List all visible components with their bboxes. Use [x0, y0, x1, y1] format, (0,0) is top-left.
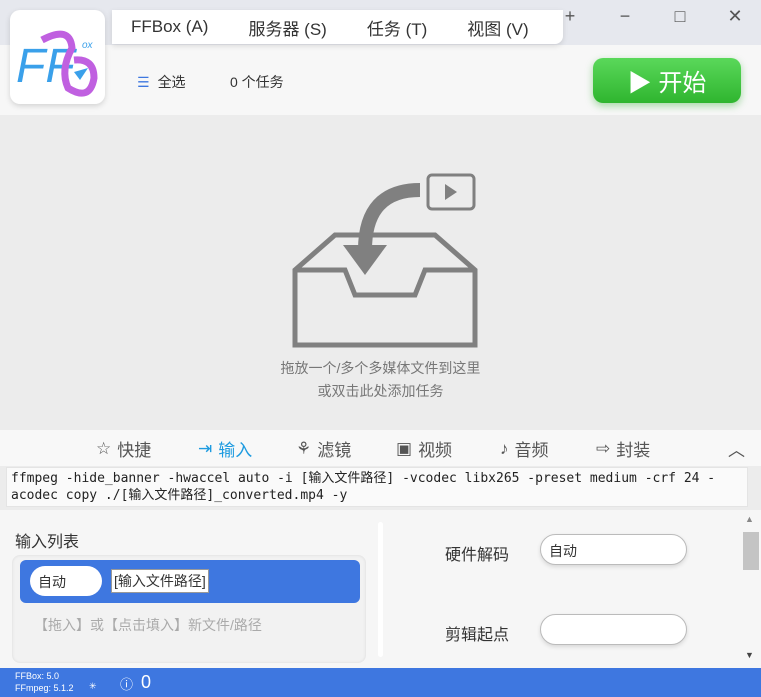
checklist-icon: ☰ [137, 73, 150, 90]
tab-audio[interactable]: ♪ 音频 [500, 436, 549, 461]
film-icon: ▣ [396, 438, 413, 458]
input-icon: ⇥ [198, 438, 213, 458]
menu-ffbox[interactable]: FFBox (A) [131, 17, 208, 37]
input-path-field[interactable]: [输入文件路径] [111, 569, 209, 593]
status-bar: FFBox: 5.0 FFmpeg: 5.1.2 ✳ ⓘ 0 [0, 668, 761, 697]
tab-label: 滤镜 [317, 441, 352, 460]
input-item[interactable]: 自动 [输入文件路径] [20, 560, 360, 603]
tab-label: 快捷 [117, 441, 152, 460]
scrollbar-thumb[interactable] [743, 532, 759, 570]
scrollbar[interactable]: ▲ ▼ [741, 510, 761, 668]
notification-count[interactable]: 0 [141, 672, 151, 693]
command-preview[interactable]: ffmpeg -hide_banner -hwaccel auto -i [输入… [6, 467, 748, 507]
clip-start-input[interactable] [540, 614, 687, 645]
close-button[interactable]: ✕ [720, 6, 750, 27]
tab-label: 输入 [218, 441, 253, 460]
select-all-button[interactable]: ☰ 全选 [137, 72, 186, 92]
tab-filter[interactable]: ⚘ 滤镜 [296, 436, 351, 461]
input-list: 自动 [输入文件路径] 【拖入】或【点击填入】新文件/路径 [12, 555, 366, 663]
filter-circles-icon: ⚘ [296, 438, 312, 458]
start-button[interactable]: ▶ 开始 [593, 58, 741, 103]
ffbox-version: FFBox: 5.0 [15, 671, 60, 681]
export-icon: ⇨ [596, 438, 611, 458]
hwdecode-label: 硬件解码 [445, 547, 510, 564]
select-all-label: 全选 [157, 74, 186, 90]
task-count: 0 个任务 [230, 74, 284, 90]
loading-spinner-icon: ✳ [89, 681, 97, 691]
clip-start-label: 剪辑起点 [445, 627, 510, 644]
minimize-button[interactable]: − [610, 6, 640, 27]
settings-panel: 输入列表 自动 [输入文件路径] 【拖入】或【点击填入】新文件/路径 硬件解码 … [0, 510, 761, 668]
collapse-chevron-icon[interactable]: ︿ [728, 436, 745, 461]
input-list-title: 输入列表 [15, 534, 80, 551]
ffmpeg-version: FFmpeg: 5.1.2 [15, 683, 74, 693]
menu-task[interactable]: 任务 (T) [367, 15, 427, 40]
tab-video[interactable]: ▣ 视频 [396, 436, 452, 461]
tab-input[interactable]: ⇥ 输入 [198, 436, 252, 461]
tab-label: 封装 [616, 441, 651, 460]
menu-bar: FFBox (A) 服务器 (S) 任务 (T) 视图 (V) [112, 10, 563, 44]
tab-label: 音频 [514, 441, 549, 460]
add-input-hint[interactable]: 【拖入】或【点击填入】新文件/路径 [34, 615, 262, 635]
drop-zone[interactable]: 拖放一个/多个多媒体文件到这里 或双击此处添加任务 [0, 115, 761, 430]
tab-container[interactable]: ⇨ 封装 [596, 436, 650, 461]
svg-text:ox: ox [82, 40, 94, 51]
drop-hint-line2: 或双击此处添加任务 [317, 383, 444, 399]
panel-divider[interactable] [378, 522, 383, 657]
menu-server[interactable]: 服务器 (S) [248, 15, 326, 40]
app-logo: FF ox [10, 10, 105, 104]
music-note-icon: ♪ [500, 438, 509, 458]
hwdecode-select[interactable]: 自动 [540, 534, 687, 565]
menu-view[interactable]: 视图 (V) [467, 15, 528, 40]
tab-quick[interactable]: ☆ 快捷 [96, 436, 151, 461]
info-icon[interactable]: ⓘ [120, 674, 133, 693]
tab-label: 视频 [418, 441, 453, 460]
drop-hint-line1: 拖放一个/多个多媒体文件到这里 [280, 360, 481, 376]
maximize-button[interactable]: □ [665, 6, 695, 27]
new-window-button[interactable]: + [555, 6, 585, 27]
input-mode-select[interactable]: 自动 [30, 566, 102, 596]
star-icon: ☆ [96, 438, 112, 458]
settings-tabs: ☆ 快捷 ⇥ 输入 ⚘ 滤镜 ▣ 视频 ♪ 音频 ⇨ 封装 ︿ [0, 430, 761, 466]
inbox-drop-icon [292, 173, 478, 348]
